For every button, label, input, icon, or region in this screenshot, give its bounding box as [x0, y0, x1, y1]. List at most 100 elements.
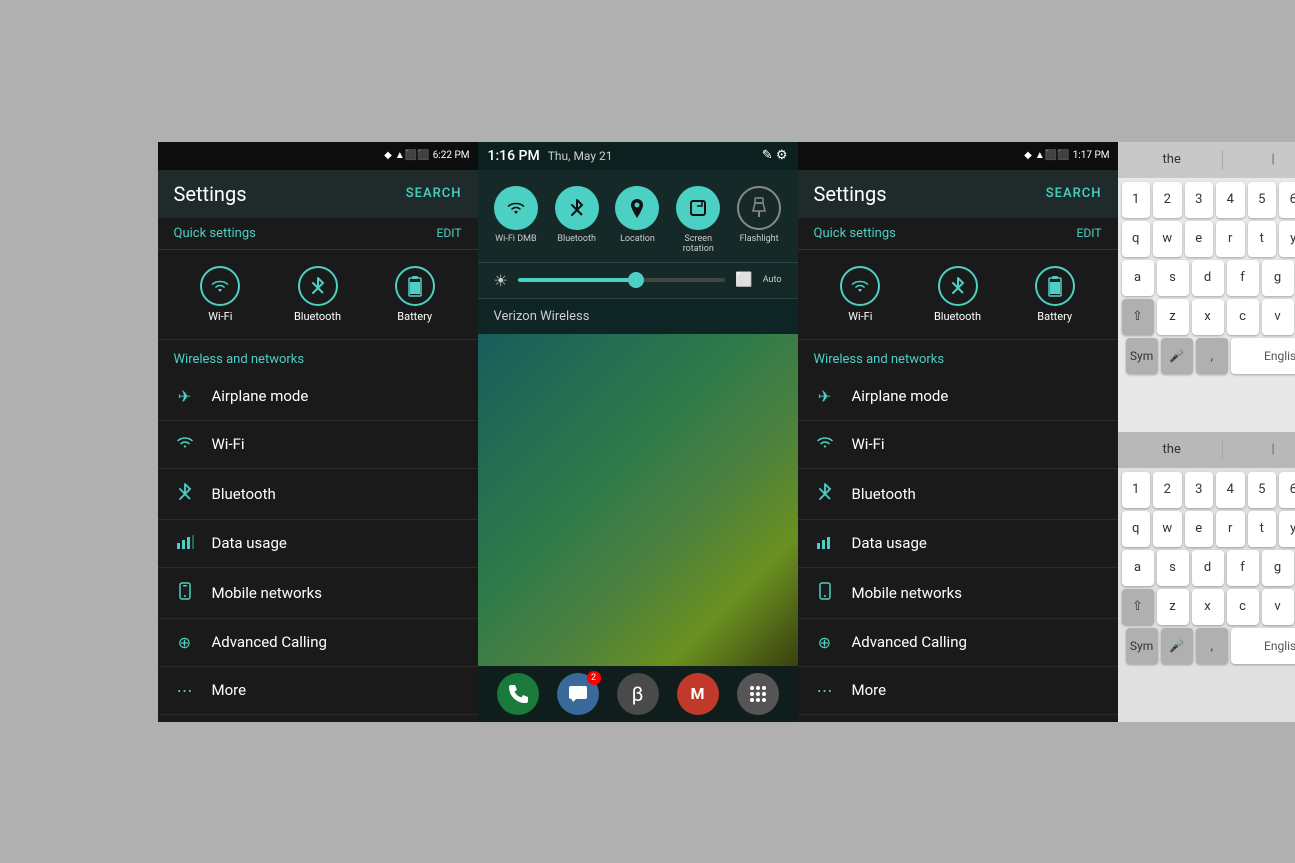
battery-quick-item-1[interactable]: Battery [395, 266, 435, 323]
key-3b[interactable]: 3 [1185, 472, 1214, 508]
key-qb[interactable]: q [1122, 511, 1151, 547]
bluetooth-item-3[interactable]: Bluetooth [798, 469, 1118, 520]
bluetooth-menu-label-1: Bluetooth [212, 485, 276, 503]
wifi-icon-1 [200, 266, 240, 306]
key-t[interactable]: t [1248, 221, 1277, 257]
key-c[interactable]: c [1227, 299, 1259, 335]
mobile-networks-item-1[interactable]: Mobile networks [158, 568, 478, 619]
suggestion-the-bottom[interactable]: the [1126, 438, 1218, 461]
advanced-calling-item-1[interactable]: ⊕ Advanced Calling [158, 619, 478, 667]
phone-dock-icon[interactable] [497, 673, 539, 715]
key-vb[interactable]: v [1262, 589, 1294, 625]
bluetooth-quick-item-3[interactable]: Bluetooth [934, 266, 981, 323]
key-d[interactable]: d [1192, 260, 1224, 296]
keyboard-bottom: the | on › 1 2 3 4 5 6 7 8 9 0 [1118, 432, 1295, 722]
key-e[interactable]: e [1185, 221, 1214, 257]
wifi-item-1[interactable]: Wi-Fi [158, 421, 478, 469]
key-eb[interactable]: e [1185, 511, 1214, 547]
key-q[interactable]: q [1122, 221, 1151, 257]
more-item-1[interactable]: ⋯ More [158, 667, 478, 715]
key-3[interactable]: 3 [1185, 182, 1214, 218]
key-wb[interactable]: w [1153, 511, 1182, 547]
key-tb[interactable]: t [1248, 511, 1277, 547]
key-1[interactable]: 1 [1122, 182, 1151, 218]
wifi-menu-label-3: Wi-Fi [852, 435, 885, 453]
suggestion-the-top[interactable]: the [1126, 148, 1218, 171]
key-sb[interactable]: s [1157, 550, 1189, 586]
key-f[interactable]: f [1227, 260, 1259, 296]
edit-button-1[interactable]: EDIT [437, 226, 462, 240]
browser-dock-icon[interactable]: β [617, 673, 659, 715]
key-6[interactable]: 6 [1279, 182, 1295, 218]
edit-button-3[interactable]: EDIT [1077, 226, 1102, 240]
key-4b[interactable]: 4 [1216, 472, 1245, 508]
key-x[interactable]: x [1192, 299, 1224, 335]
bluetooth-item-1[interactable]: Bluetooth [158, 469, 478, 520]
key-g[interactable]: g [1262, 260, 1294, 296]
key-1b[interactable]: 1 [1122, 472, 1151, 508]
key-w[interactable]: w [1153, 221, 1182, 257]
signal-icons-3: ▲⬛⬛ [1035, 150, 1070, 161]
key-ab[interactable]: a [1122, 550, 1154, 586]
data-usage-item-3[interactable]: Data usage [798, 520, 1118, 568]
key-cb[interactable]: c [1227, 589, 1259, 625]
wifi-item-3[interactable]: Wi-Fi [798, 421, 1118, 469]
qwerty-row-bottom: q w e r t y u i o p [1122, 511, 1295, 547]
key-a[interactable]: a [1122, 260, 1154, 296]
location-toggle[interactable]: Location [611, 186, 663, 254]
suggestion-divider-3 [1222, 440, 1223, 460]
apps-dock-icon[interactable] [737, 673, 779, 715]
key-r[interactable]: r [1216, 221, 1245, 257]
more-item-3[interactable]: ⋯ More [798, 667, 1118, 715]
search-button-1[interactable]: SEARCH [406, 186, 462, 201]
brightness-slider[interactable] [518, 278, 725, 282]
key-5b[interactable]: 5 [1248, 472, 1277, 508]
key-shift-top[interactable]: ⇧ [1122, 299, 1154, 335]
data-usage-icon-1 [174, 534, 196, 553]
key-sym-top[interactable]: Sym [1126, 338, 1158, 374]
wifi-quick-item-1[interactable]: Wi-Fi [200, 266, 240, 323]
advanced-calling-item-3[interactable]: ⊕ Advanced Calling [798, 619, 1118, 667]
key-fb[interactable]: f [1227, 550, 1259, 586]
airplane-mode-item-1[interactable]: ✈ Airplane mode [158, 373, 478, 421]
key-2[interactable]: 2 [1153, 182, 1182, 218]
key-gb[interactable]: g [1262, 550, 1294, 586]
key-y[interactable]: y [1279, 221, 1295, 257]
key-shift-bottom[interactable]: ⇧ [1122, 589, 1154, 625]
airplane-mode-item-3[interactable]: ✈ Airplane mode [798, 373, 1118, 421]
key-sym-bottom[interactable]: Sym [1126, 628, 1158, 664]
battery-quick-item-3[interactable]: Battery [1035, 266, 1075, 323]
mobile-networks-item-3[interactable]: Mobile networks [798, 568, 1118, 619]
key-space-bottom[interactable]: English(US) [1231, 628, 1295, 664]
key-rb[interactable]: r [1216, 511, 1245, 547]
key-z[interactable]: z [1157, 299, 1189, 335]
messages-dock-icon[interactable]: 2 [557, 673, 599, 715]
data-usage-item-1[interactable]: Data usage [158, 520, 478, 568]
key-mic-bottom[interactable]: 🎤 [1161, 628, 1193, 664]
key-mic-top[interactable]: 🎤 [1161, 338, 1193, 374]
key-xb[interactable]: x [1192, 589, 1224, 625]
bluetooth-quick-item-1[interactable]: Bluetooth [294, 266, 341, 323]
key-6b[interactable]: 6 [1279, 472, 1295, 508]
wifi-menu-icon-3 [814, 435, 836, 454]
time-display-1: 6:22 PM [433, 150, 470, 161]
flashlight-toggle[interactable]: Flashlight [733, 186, 785, 254]
key-v[interactable]: v [1262, 299, 1294, 335]
key-4[interactable]: 4 [1216, 182, 1245, 218]
key-yb[interactable]: y [1279, 511, 1295, 547]
wifi-quick-item-3[interactable]: Wi-Fi [840, 266, 880, 323]
wifi-toggle[interactable]: Wi-Fi DMB [490, 186, 542, 254]
gmail-dock-icon[interactable]: M [677, 673, 719, 715]
key-db[interactable]: d [1192, 550, 1224, 586]
key-s[interactable]: s [1157, 260, 1189, 296]
key-2b[interactable]: 2 [1153, 472, 1182, 508]
key-comma-top[interactable]: , [1196, 338, 1228, 374]
search-button-3[interactable]: SEARCH [1046, 186, 1102, 201]
key-zb[interactable]: z [1157, 589, 1189, 625]
rotation-toggle[interactable]: Screen rotation [672, 186, 724, 254]
bluetooth-icon-q1 [298, 266, 338, 306]
key-space-top[interactable]: English(US) [1231, 338, 1295, 374]
key-5[interactable]: 5 [1248, 182, 1277, 218]
key-comma-bottom[interactable]: , [1196, 628, 1228, 664]
bluetooth-toggle[interactable]: Bluetooth [551, 186, 603, 254]
